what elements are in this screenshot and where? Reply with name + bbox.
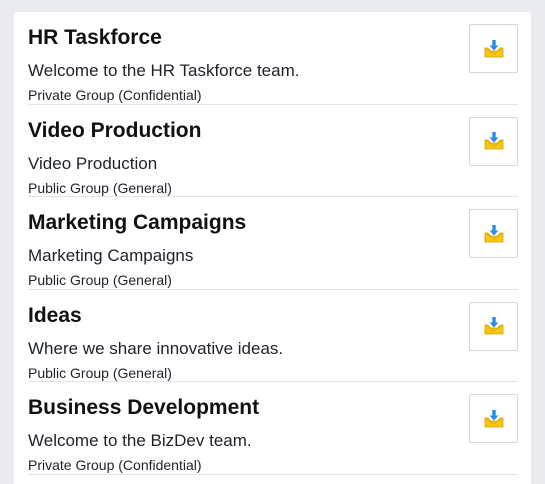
list-item: Business Development Welcome to the BizD…: [28, 382, 518, 475]
group-privacy: Public Group (General): [28, 179, 172, 196]
group-description: Marketing Campaigns: [28, 246, 194, 265]
group-name: Ideas: [28, 303, 82, 327]
group-privacy: Public Group (General): [28, 364, 172, 381]
list-item: HR Taskforce Welcome to the HR Taskforce…: [28, 12, 518, 105]
group-description: Welcome to the HR Taskforce team.: [28, 61, 300, 80]
join-group-button[interactable]: [469, 116, 518, 166]
join-group-button[interactable]: [469, 209, 518, 258]
join-group-button[interactable]: [469, 394, 518, 443]
join-inbox-icon: [484, 409, 504, 429]
join-group-button[interactable]: [469, 24, 518, 73]
group-list: HR Taskforce Welcome to the HR Taskforce…: [14, 12, 531, 484]
group-name: Business Development: [28, 396, 260, 419]
join-inbox-icon: [484, 39, 504, 59]
group-description: Video Production: [28, 153, 158, 173]
group-description: Where we share innovative ideas.: [28, 338, 284, 358]
group-name: HR Taskforce: [28, 26, 162, 49]
list-item: Marketing Campaigns Marketing Campaigns …: [28, 197, 518, 290]
group-privacy: Private Group (Confidential): [28, 457, 202, 473]
group-privacy: Public Group (General): [28, 272, 172, 288]
join-inbox-icon: [484, 316, 504, 336]
group-name: Video Production: [28, 118, 202, 142]
list-item: Video Production Video Production Public…: [28, 105, 518, 197]
group-name: Marketing Campaigns: [28, 211, 247, 234]
join-group-button[interactable]: [469, 301, 518, 351]
group-privacy: Private Group (Confidential): [28, 87, 202, 103]
join-inbox-icon: [484, 224, 504, 244]
join-inbox-icon: [484, 131, 504, 151]
group-description: Welcome to the BizDev team.: [28, 431, 252, 450]
list-item: Ideas Where we share innovative ideas. P…: [28, 290, 518, 382]
